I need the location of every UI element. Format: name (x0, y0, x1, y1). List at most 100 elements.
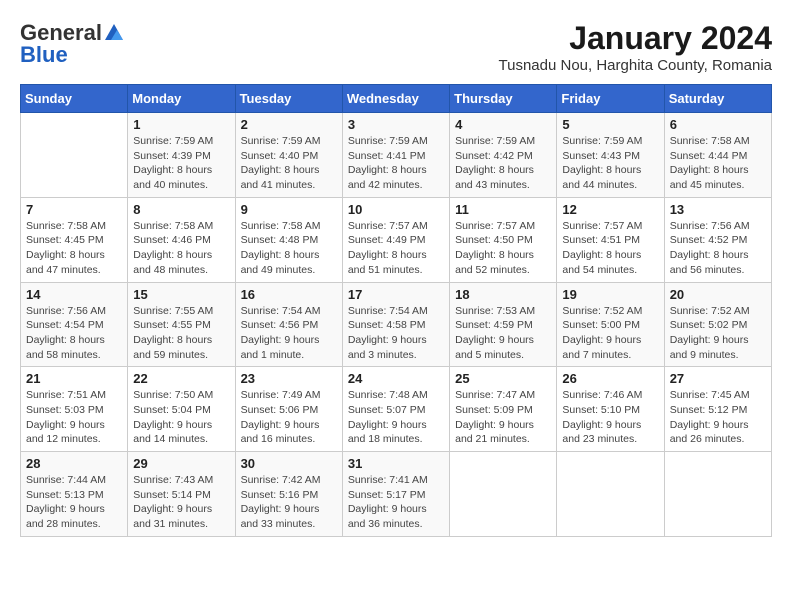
day-info: Sunrise: 7:57 AMSunset: 4:50 PMDaylight:… (455, 219, 551, 278)
day-number: 2 (241, 117, 337, 132)
day-info: Sunrise: 7:52 AMSunset: 5:02 PMDaylight:… (670, 304, 766, 363)
day-number: 16 (241, 287, 337, 302)
day-info: Sunrise: 7:42 AMSunset: 5:16 PMDaylight:… (241, 473, 337, 532)
weekday-header-friday: Friday (557, 85, 664, 113)
calendar-cell: 30 Sunrise: 7:42 AMSunset: 5:16 PMDayligh… (235, 452, 342, 537)
calendar-cell: 26 Sunrise: 7:46 AMSunset: 5:10 PMDayligh… (557, 367, 664, 452)
calendar-cell: 12Sunrise: 7:57 AMSunset: 4:51 PMDayligh… (557, 197, 664, 282)
day-info: Sunrise: 7:59 AMSunset: 4:43 PMDaylight:… (562, 134, 658, 193)
weekday-header-sunday: Sunday (21, 85, 128, 113)
day-info: Sunrise: 7:58 AMSunset: 4:48 PMDaylight:… (241, 219, 337, 278)
month-title: January 2024 (499, 20, 772, 57)
page-header: General Blue January 2024 Tusnadu Nou, H… (20, 20, 772, 74)
weekday-header-tuesday: Tuesday (235, 85, 342, 113)
day-number: 12 (562, 202, 658, 217)
day-number: 31 (348, 456, 444, 471)
calendar-cell: 15 Sunrise: 7:55 AMSunset: 4:55 PMDayligh… (128, 282, 235, 367)
title-block: January 2024 Tusnadu Nou, Harghita Count… (499, 20, 772, 74)
day-number: 4 (455, 117, 551, 132)
calendar-cell: 7Sunrise: 7:58 AMSunset: 4:45 PMDaylight… (21, 197, 128, 282)
day-number: 13 (670, 202, 766, 217)
calendar-cell: 20 Sunrise: 7:52 AMSunset: 5:02 PMDayligh… (664, 282, 771, 367)
calendar-cell: 8 Sunrise: 7:58 AMSunset: 4:46 PMDaylight… (128, 197, 235, 282)
day-number: 21 (26, 371, 122, 386)
day-info: Sunrise: 7:45 AMSunset: 5:12 PMDaylight:… (670, 388, 766, 447)
calendar-week-2: 7Sunrise: 7:58 AMSunset: 4:45 PMDaylight… (21, 197, 772, 282)
calendar-cell (21, 113, 128, 198)
weekday-header-row: SundayMondayTuesdayWednesdayThursdayFrid… (21, 85, 772, 113)
day-info: Sunrise: 7:43 AMSunset: 5:14 PMDaylight:… (133, 473, 229, 532)
day-number: 28 (26, 456, 122, 471)
day-number: 27 (670, 371, 766, 386)
day-info: Sunrise: 7:46 AMSunset: 5:10 PMDaylight:… (562, 388, 658, 447)
day-number: 1 (133, 117, 229, 132)
day-number: 24 (348, 371, 444, 386)
day-info: Sunrise: 7:54 AMSunset: 4:58 PMDaylight:… (348, 304, 444, 363)
day-info: Sunrise: 7:59 AMSunset: 4:39 PMDaylight:… (133, 134, 229, 193)
calendar-cell: 2 Sunrise: 7:59 AMSunset: 4:40 PMDaylight… (235, 113, 342, 198)
day-info: Sunrise: 7:41 AMSunset: 5:17 PMDaylight:… (348, 473, 444, 532)
calendar-cell: 11Sunrise: 7:57 AMSunset: 4:50 PMDayligh… (450, 197, 557, 282)
calendar-cell (557, 452, 664, 537)
day-info: Sunrise: 7:56 AMSunset: 4:52 PMDaylight:… (670, 219, 766, 278)
calendar-cell: 13 Sunrise: 7:56 AMSunset: 4:52 PMDayligh… (664, 197, 771, 282)
calendar-cell: 18Sunrise: 7:53 AMSunset: 4:59 PMDayligh… (450, 282, 557, 367)
day-info: Sunrise: 7:52 AMSunset: 5:00 PMDaylight:… (562, 304, 658, 363)
calendar-cell: 1 Sunrise: 7:59 AMSunset: 4:39 PMDaylight… (128, 113, 235, 198)
weekday-header-monday: Monday (128, 85, 235, 113)
calendar-cell: 6 Sunrise: 7:58 AMSunset: 4:44 PMDaylight… (664, 113, 771, 198)
day-info: Sunrise: 7:50 AMSunset: 5:04 PMDaylight:… (133, 388, 229, 447)
day-info: Sunrise: 7:57 AMSunset: 4:49 PMDaylight:… (348, 219, 444, 278)
day-info: Sunrise: 7:51 AMSunset: 5:03 PMDaylight:… (26, 388, 122, 447)
calendar-cell: 27 Sunrise: 7:45 AMSunset: 5:12 PMDayligh… (664, 367, 771, 452)
day-info: Sunrise: 7:58 AMSunset: 4:46 PMDaylight:… (133, 219, 229, 278)
calendar-cell: 5 Sunrise: 7:59 AMSunset: 4:43 PMDaylight… (557, 113, 664, 198)
day-info: Sunrise: 7:49 AMSunset: 5:06 PMDaylight:… (241, 388, 337, 447)
calendar-week-4: 21 Sunrise: 7:51 AMSunset: 5:03 PMDayligh… (21, 367, 772, 452)
day-info: Sunrise: 7:55 AMSunset: 4:55 PMDaylight:… (133, 304, 229, 363)
day-number: 25 (455, 371, 551, 386)
logo-blue: Blue (20, 42, 68, 68)
day-number: 10 (348, 202, 444, 217)
day-number: 15 (133, 287, 229, 302)
day-info: Sunrise: 7:48 AMSunset: 5:07 PMDaylight:… (348, 388, 444, 447)
calendar-cell: 21 Sunrise: 7:51 AMSunset: 5:03 PMDayligh… (21, 367, 128, 452)
calendar-cell: 24 Sunrise: 7:48 AMSunset: 5:07 PMDayligh… (342, 367, 449, 452)
calendar-cell: 23Sunrise: 7:49 AMSunset: 5:06 PMDayligh… (235, 367, 342, 452)
calendar-cell: 3 Sunrise: 7:59 AMSunset: 4:41 PMDaylight… (342, 113, 449, 198)
calendar-week-5: 28Sunrise: 7:44 AMSunset: 5:13 PMDayligh… (21, 452, 772, 537)
day-info: Sunrise: 7:58 AMSunset: 4:44 PMDaylight:… (670, 134, 766, 193)
day-number: 5 (562, 117, 658, 132)
day-number: 26 (562, 371, 658, 386)
calendar-cell: 17Sunrise: 7:54 AMSunset: 4:58 PMDayligh… (342, 282, 449, 367)
calendar-cell: 25Sunrise: 7:47 AMSunset: 5:09 PMDayligh… (450, 367, 557, 452)
calendar-cell: 22Sunrise: 7:50 AMSunset: 5:04 PMDayligh… (128, 367, 235, 452)
day-info: Sunrise: 7:59 AMSunset: 4:41 PMDaylight:… (348, 134, 444, 193)
day-number: 8 (133, 202, 229, 217)
calendar-cell (450, 452, 557, 537)
day-number: 6 (670, 117, 766, 132)
day-number: 3 (348, 117, 444, 132)
day-number: 14 (26, 287, 122, 302)
calendar-body: 1 Sunrise: 7:59 AMSunset: 4:39 PMDaylight… (21, 113, 772, 537)
location-title: Tusnadu Nou, Harghita County, Romania (499, 57, 772, 74)
weekday-header-saturday: Saturday (664, 85, 771, 113)
calendar-week-1: 1 Sunrise: 7:59 AMSunset: 4:39 PMDaylight… (21, 113, 772, 198)
calendar-cell: 28Sunrise: 7:44 AMSunset: 5:13 PMDayligh… (21, 452, 128, 537)
day-number: 9 (241, 202, 337, 217)
day-info: Sunrise: 7:59 AMSunset: 4:40 PMDaylight:… (241, 134, 337, 193)
logo-icon (103, 22, 125, 44)
logo: General Blue (20, 20, 126, 68)
calendar-cell: 19Sunrise: 7:52 AMSunset: 5:00 PMDayligh… (557, 282, 664, 367)
calendar-cell: 14Sunrise: 7:56 AMSunset: 4:54 PMDayligh… (21, 282, 128, 367)
calendar-cell: 9 Sunrise: 7:58 AMSunset: 4:48 PMDaylight… (235, 197, 342, 282)
day-number: 20 (670, 287, 766, 302)
weekday-header-thursday: Thursday (450, 85, 557, 113)
weekday-header-wednesday: Wednesday (342, 85, 449, 113)
day-info: Sunrise: 7:54 AMSunset: 4:56 PMDaylight:… (241, 304, 337, 363)
day-number: 29 (133, 456, 229, 471)
calendar-cell (664, 452, 771, 537)
calendar-cell: 4Sunrise: 7:59 AMSunset: 4:42 PMDaylight… (450, 113, 557, 198)
calendar-table: SundayMondayTuesdayWednesdayThursdayFrid… (20, 84, 772, 537)
day-number: 30 (241, 456, 337, 471)
